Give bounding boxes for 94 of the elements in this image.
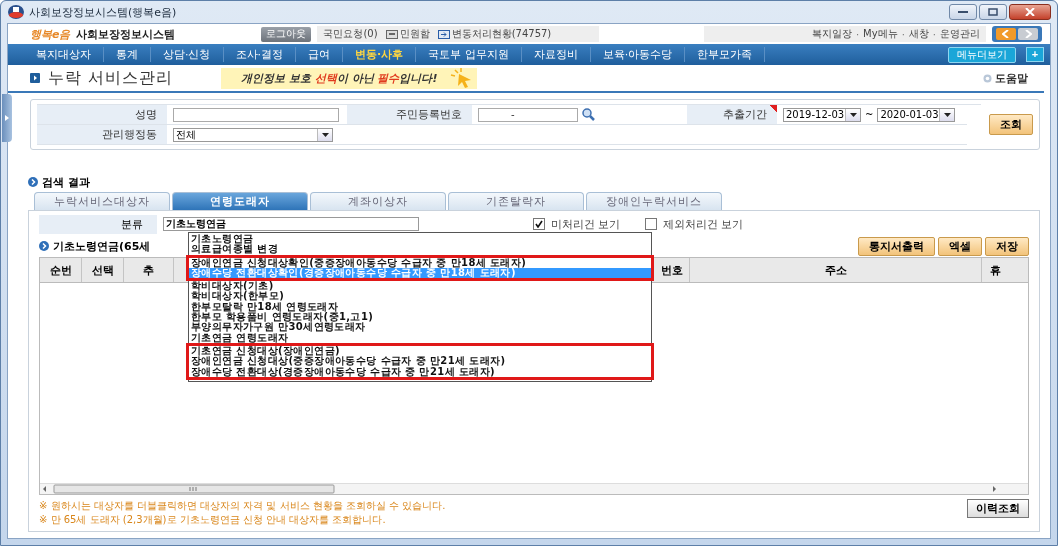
separator-dot: · bbox=[855, 28, 860, 40]
dropdown-option[interactable]: 학비대상자(한부모) bbox=[189, 291, 651, 302]
menu-tab[interactable]: 급여 bbox=[296, 47, 343, 62]
separator-dot: · bbox=[901, 28, 905, 40]
dropdown-option[interactable]: 의료급여종별 변경 bbox=[189, 244, 651, 255]
bullet-icon bbox=[39, 241, 49, 251]
dropdown-option[interactable]: 한부모탈락 만18세 연령도래자 bbox=[189, 301, 651, 313]
dropdown-option[interactable]: 학비대상자(기초) bbox=[189, 281, 651, 292]
dropdown-arrow-icon bbox=[943, 112, 951, 117]
menu-tab[interactable]: 복지대상자 bbox=[24, 47, 104, 62]
bullet-icon bbox=[28, 177, 38, 187]
inbox-icon bbox=[385, 29, 398, 39]
action-button[interactable]: 저장 bbox=[985, 236, 1029, 256]
range-separator: ~ bbox=[865, 109, 874, 120]
next-button[interactable] bbox=[1018, 28, 1038, 40]
tab[interactable]: 연령도래자 bbox=[172, 192, 308, 210]
column-header: 주소 bbox=[690, 258, 982, 282]
dropdown-option[interactable]: 장애인연금 신청대상(중증장애아동수당 수급자 중 만21세 도래자) bbox=[189, 356, 651, 367]
checkbox[interactable]: 제외처리건 보기 bbox=[644, 216, 743, 232]
id-number-field[interactable]: ______-_______ bbox=[478, 107, 578, 122]
column-header: 선택 bbox=[82, 258, 124, 282]
dropdown-option[interactable]: 부양의무자가구원 만30세연령도래자 bbox=[189, 322, 651, 333]
left-chevron-icon bbox=[1002, 30, 1010, 38]
header-link[interactable]: 국민요청(0) bbox=[323, 27, 378, 41]
tab[interactable]: 장애인누락서비스 bbox=[586, 192, 722, 210]
maximize-icon bbox=[988, 8, 998, 16]
header-link[interactable]: 민원함 bbox=[385, 27, 430, 41]
menu-tab[interactable]: 상담·신청 bbox=[151, 47, 224, 62]
tab[interactable]: 기존탈락자 bbox=[448, 192, 584, 210]
field-label: 관리행정동 bbox=[37, 125, 167, 145]
dropdown-arrow-icon bbox=[849, 112, 857, 117]
title-icon bbox=[30, 73, 40, 83]
checkbox[interactable]: 미처리건 보기 bbox=[533, 216, 621, 232]
close-button[interactable] bbox=[1009, 4, 1051, 20]
menu-tab[interactable]: 통계 bbox=[104, 47, 151, 62]
system-name: 사회보장정보시스템 bbox=[76, 26, 176, 42]
collapse-handle[interactable] bbox=[2, 94, 12, 142]
dropdown-option[interactable]: 기초연금 신청대상(장애인연금) bbox=[189, 345, 651, 357]
header-link[interactable]: My메뉴 bbox=[863, 27, 898, 41]
action-button[interactable]: 통지서출력 bbox=[858, 236, 935, 256]
minimize-icon bbox=[958, 10, 968, 14]
dropdown-option[interactable]: 기초연금 연령도래자 bbox=[189, 332, 651, 343]
menu-tab[interactable]: 한부모가족 bbox=[685, 47, 766, 62]
menu-tab[interactable]: 국토부 업무지원 bbox=[416, 47, 522, 62]
history-button[interactable]: 이력조회 bbox=[967, 499, 1029, 518]
column-header: 순번 bbox=[40, 258, 82, 282]
logo: 행복e음 bbox=[30, 26, 71, 42]
tab[interactable]: 누락서비스대상자 bbox=[34, 192, 170, 210]
dropdown-option[interactable]: 기초노령연금 bbox=[189, 234, 651, 245]
dropdown-option[interactable]: 한부모 학용품비 연령도래자(중1,고1) bbox=[189, 312, 651, 323]
menu-tab[interactable]: 보육·아동수당 bbox=[590, 47, 686, 62]
arrow-box-icon bbox=[437, 29, 450, 39]
field-label: 주민등록번호 bbox=[347, 105, 472, 125]
name-field[interactable] bbox=[173, 107, 339, 122]
dropdown-option[interactable]: 장애수당 전환대상(경증장애아동수당 수급자 중 만21세 도래자) bbox=[189, 366, 651, 377]
date-from-select[interactable]: 2019-12-03 bbox=[783, 107, 861, 122]
section-heading: 검색 결과 bbox=[42, 174, 90, 190]
column-header: 추 bbox=[124, 258, 174, 282]
minimize-button[interactable] bbox=[949, 4, 977, 20]
header-link[interactable]: 변동처리현황(74757) bbox=[437, 27, 552, 41]
district-select[interactable]: 전체 bbox=[173, 127, 333, 142]
field-label: 분류 bbox=[39, 214, 157, 234]
help-link[interactable]: 도움말 bbox=[977, 69, 1034, 87]
previous-button[interactable] bbox=[996, 28, 1016, 40]
check-icon bbox=[535, 220, 543, 228]
column-header: 휴 bbox=[989, 262, 1002, 279]
maximize-button[interactable] bbox=[979, 4, 1007, 20]
section-title: 기초노령연금(65세 bbox=[53, 238, 151, 254]
menu-tab[interactable]: 자료정비 bbox=[521, 47, 591, 62]
separator-dot: · bbox=[932, 28, 936, 40]
hint-text: ※ 만 65세 도래자 (2,3개월)로 기초노령연금 신청 안내 대상자를 조회합니다. bbox=[39, 513, 387, 527]
ring-icon bbox=[983, 73, 992, 83]
dropdown-arrow-icon bbox=[321, 132, 329, 137]
action-button[interactable]: 엑셀 bbox=[938, 236, 982, 256]
privacy-notice: 개인정보 보호 선택이 아닌 필수입니다! bbox=[221, 67, 478, 89]
header-link[interactable]: 운영관리 bbox=[940, 27, 980, 41]
date-to-select[interactable]: 2020-01-03 bbox=[877, 107, 956, 122]
dropdown-option[interactable]: 장애인연금 신청대상확인(중증장애아동수당 수급자 중 만18세 도래자) bbox=[189, 257, 651, 268]
header-link[interactable]: 복지일장 bbox=[811, 27, 852, 41]
search-button[interactable]: 조회 bbox=[989, 114, 1033, 135]
window-title: 사회보장정보시스템(행복e음) bbox=[29, 4, 177, 20]
category-select[interactable]: 기초노령연금 bbox=[163, 217, 419, 231]
field-label: 추출기간 bbox=[687, 105, 777, 125]
header-link[interactable]: 새창 bbox=[908, 27, 929, 41]
search-icon[interactable] bbox=[582, 108, 595, 121]
page-title: 누락 서비스관리 bbox=[48, 67, 174, 89]
field-label: 성명 bbox=[37, 105, 167, 125]
close-icon bbox=[1025, 8, 1035, 16]
menu-tab[interactable]: 조사·결정 bbox=[223, 47, 296, 62]
right-chevron-icon bbox=[1024, 30, 1032, 38]
menu-tab[interactable]: 변동·사후 bbox=[343, 47, 417, 62]
hint-text: ※ 원하시는 대상자를 더블클릭하면 대상자의 자격 및 서비스 현황을 조회하실 수 있습니다. bbox=[39, 499, 446, 513]
tab[interactable]: 계좌이상자 bbox=[310, 192, 446, 210]
app-icon bbox=[7, 4, 25, 20]
